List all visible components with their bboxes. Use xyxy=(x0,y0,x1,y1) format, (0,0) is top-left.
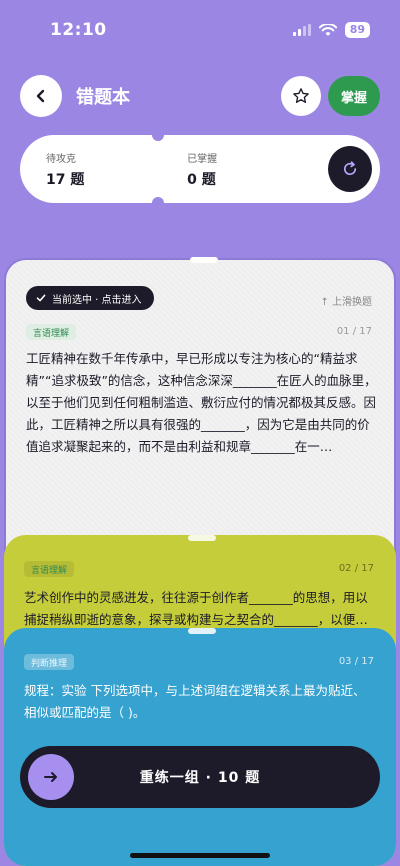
status-time: 12:10 xyxy=(50,20,107,40)
stats-card: 待攻克 17 题 已掌握 0 题 xyxy=(20,129,380,209)
question-text: 规程：实验 下列选项中，与上述词组在逻辑关系上最为贴近、相似或匹配的是（ )。 xyxy=(24,683,366,720)
mastered-count: 0 题 xyxy=(187,171,216,188)
status-bar: 12:10 89 xyxy=(0,0,400,60)
chevron-left-icon xyxy=(36,89,45,103)
master-button[interactable]: 掌握 xyxy=(328,76,380,116)
arrow-right-icon xyxy=(44,772,57,782)
mastered-label: 已掌握 xyxy=(187,153,218,165)
question-text: 工匠精神在数千年传承中，早已形成以专注为核心的“精益求精”“追求极致”的信念，这… xyxy=(26,351,377,454)
status-icons: 89 xyxy=(292,22,370,38)
selected-label: 当前选中 · 点击进入 xyxy=(52,294,142,306)
wifi-icon xyxy=(318,23,337,36)
favorite-button[interactable] xyxy=(281,76,321,116)
category-tag: 判断推理 xyxy=(24,654,75,670)
practice-button[interactable]: 重练一组 · 10 题 xyxy=(20,746,380,808)
question-counter: 01 / 17 xyxy=(336,326,372,337)
category-tag: 言语理解 xyxy=(26,324,77,340)
go-button[interactable] xyxy=(28,754,74,800)
card-handle xyxy=(190,257,218,263)
practice-label: 重练一组 · 10 题 xyxy=(139,770,261,786)
card-handle xyxy=(188,628,216,634)
signal-icon xyxy=(292,24,311,36)
question-text: 艺术创作中的灵感迸发，往往源于创作者_______的思想，用以捕捉稍纵即逝的意象… xyxy=(24,590,368,627)
mastered-stat: 已掌握 0 题 xyxy=(187,150,328,189)
question-counter: 03 / 17 xyxy=(338,656,374,667)
pending-stat: 待攻克 17 题 xyxy=(46,150,187,189)
pending-count: 17 题 xyxy=(46,171,85,188)
pending-label: 待攻克 xyxy=(46,153,76,165)
swipe-hint: ↑ 上滑换题 xyxy=(320,297,372,308)
card-notch xyxy=(152,197,164,209)
category-tag: 言语理解 xyxy=(24,561,75,577)
home-indicator[interactable] xyxy=(130,853,270,858)
header: 错题本 掌握 xyxy=(20,74,380,118)
check-icon xyxy=(36,294,46,302)
card-handle xyxy=(188,535,216,541)
page-title: 错题本 xyxy=(76,87,130,108)
refresh-button[interactable] xyxy=(328,146,372,192)
refresh-icon xyxy=(344,161,357,175)
question-counter: 02 / 17 xyxy=(338,563,374,574)
selected-badge[interactable]: 当前选中 · 点击进入 xyxy=(26,286,154,310)
back-button[interactable] xyxy=(20,75,62,117)
battery-indicator: 89 xyxy=(344,22,370,38)
star-icon xyxy=(293,88,309,103)
card-notch xyxy=(152,129,164,141)
